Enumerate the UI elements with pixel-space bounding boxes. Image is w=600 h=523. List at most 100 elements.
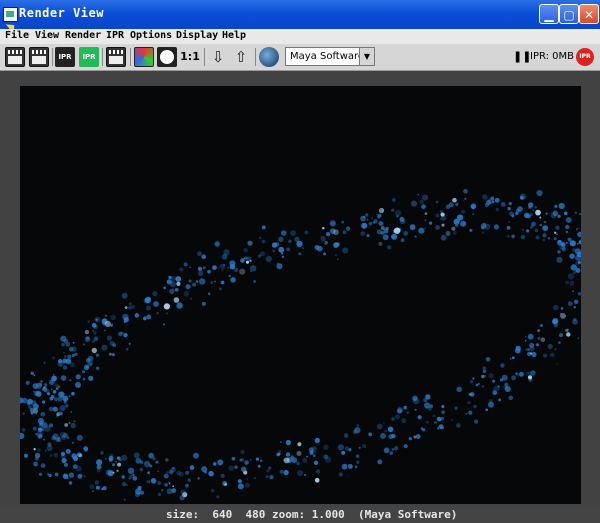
- render-canvas-area[interactable]: [0, 71, 600, 506]
- particle: [164, 483, 169, 487]
- particle: [163, 303, 170, 310]
- chevron-down-icon[interactable]: ▼: [359, 48, 374, 65]
- menu-help[interactable]: Help: [222, 30, 246, 41]
- particle: [212, 265, 217, 270]
- particle: [485, 357, 491, 362]
- particle: [69, 379, 72, 382]
- particle: [441, 404, 445, 409]
- particle: [71, 441, 74, 444]
- particle: [197, 477, 200, 480]
- particle: [495, 207, 499, 212]
- close-button[interactable]: ✕: [579, 4, 599, 24]
- redo-render-icon[interactable]: [5, 47, 25, 67]
- particle: [68, 481, 73, 485]
- minimize-button[interactable]: ▁: [539, 4, 559, 24]
- menu-render[interactable]: Render: [65, 30, 101, 41]
- particle: [33, 448, 36, 451]
- ipr-refresh-icon[interactable]: IPR: [79, 47, 99, 67]
- particle: [261, 239, 266, 244]
- menu-ipr[interactable]: IPR: [106, 30, 124, 41]
- particle: [572, 319, 578, 325]
- particle: [202, 266, 206, 270]
- particle: [323, 252, 327, 256]
- particle: [231, 456, 236, 461]
- particle: [399, 216, 405, 222]
- particle: [278, 236, 284, 242]
- particle: [511, 234, 515, 239]
- particle: [228, 465, 235, 472]
- title-bar[interactable]: Render View ▁ ▢ ✕: [0, 0, 600, 29]
- particle: [53, 452, 59, 458]
- particle: [391, 417, 395, 421]
- particle: [555, 225, 560, 230]
- particle: [403, 230, 409, 236]
- particle: [192, 282, 197, 287]
- particle: [112, 463, 115, 466]
- particle: [106, 335, 113, 341]
- particle: [84, 329, 90, 335]
- render-image: [20, 86, 581, 504]
- real-size-button[interactable]: 1:1: [180, 47, 200, 67]
- particle: [162, 323, 165, 326]
- particle: [532, 209, 535, 212]
- particle: [296, 451, 302, 456]
- particle: [43, 438, 45, 441]
- particle: [147, 462, 151, 466]
- particle: [116, 469, 119, 472]
- particle: [508, 220, 511, 224]
- particle: [57, 385, 61, 388]
- particle: [472, 377, 475, 380]
- particle: [557, 214, 561, 218]
- particle: [183, 262, 188, 267]
- particle: [296, 240, 303, 248]
- particle: [166, 279, 172, 285]
- remove-image-icon[interactable]: ⇧: [231, 47, 251, 67]
- render-region-icon[interactable]: [29, 47, 49, 67]
- particle: [484, 374, 487, 378]
- menu-display[interactable]: Display: [176, 30, 218, 41]
- render-settings-icon[interactable]: [259, 47, 279, 67]
- particle: [168, 275, 172, 280]
- particle: [118, 458, 122, 462]
- particle: [88, 362, 93, 366]
- rgb-channel-icon[interactable]: [134, 47, 154, 67]
- particle: [488, 373, 494, 379]
- particle: [395, 209, 402, 216]
- particle: [515, 345, 521, 351]
- ipr-render-icon[interactable]: IPR: [55, 47, 75, 67]
- particle: [197, 251, 202, 257]
- particle: [536, 190, 543, 197]
- particle: [509, 358, 512, 360]
- particle: [424, 227, 427, 230]
- particle: [166, 488, 173, 495]
- particle: [220, 280, 225, 285]
- renderer-select[interactable]: Maya Software ▼: [285, 47, 375, 66]
- particle: [469, 392, 475, 397]
- menu-view[interactable]: View: [35, 30, 59, 41]
- particle: [565, 224, 570, 230]
- particle: [477, 382, 480, 386]
- particle: [234, 267, 239, 273]
- menu-options[interactable]: Options: [130, 30, 172, 41]
- menu-file[interactable]: File: [5, 30, 29, 41]
- ipr-stop-icon[interactable]: IPR: [576, 48, 594, 66]
- particle: [183, 290, 190, 297]
- alpha-channel-icon[interactable]: [157, 47, 177, 67]
- particle: [485, 408, 489, 412]
- particle: [380, 433, 386, 439]
- particle: [132, 476, 138, 481]
- particle: [47, 392, 51, 396]
- pause-icon[interactable]: ❚❚: [513, 50, 531, 63]
- particle: [362, 444, 367, 449]
- maximize-button[interactable]: ▢: [559, 4, 579, 24]
- particle: [199, 278, 206, 285]
- particle: [341, 450, 346, 455]
- keep-image-icon[interactable]: ⇩: [208, 47, 228, 67]
- particle: [556, 363, 558, 365]
- particle: [506, 225, 511, 230]
- particle: [520, 195, 524, 200]
- particle: [360, 231, 366, 236]
- particle: [322, 227, 325, 230]
- particle: [127, 467, 135, 474]
- snapshot-icon[interactable]: [106, 47, 126, 67]
